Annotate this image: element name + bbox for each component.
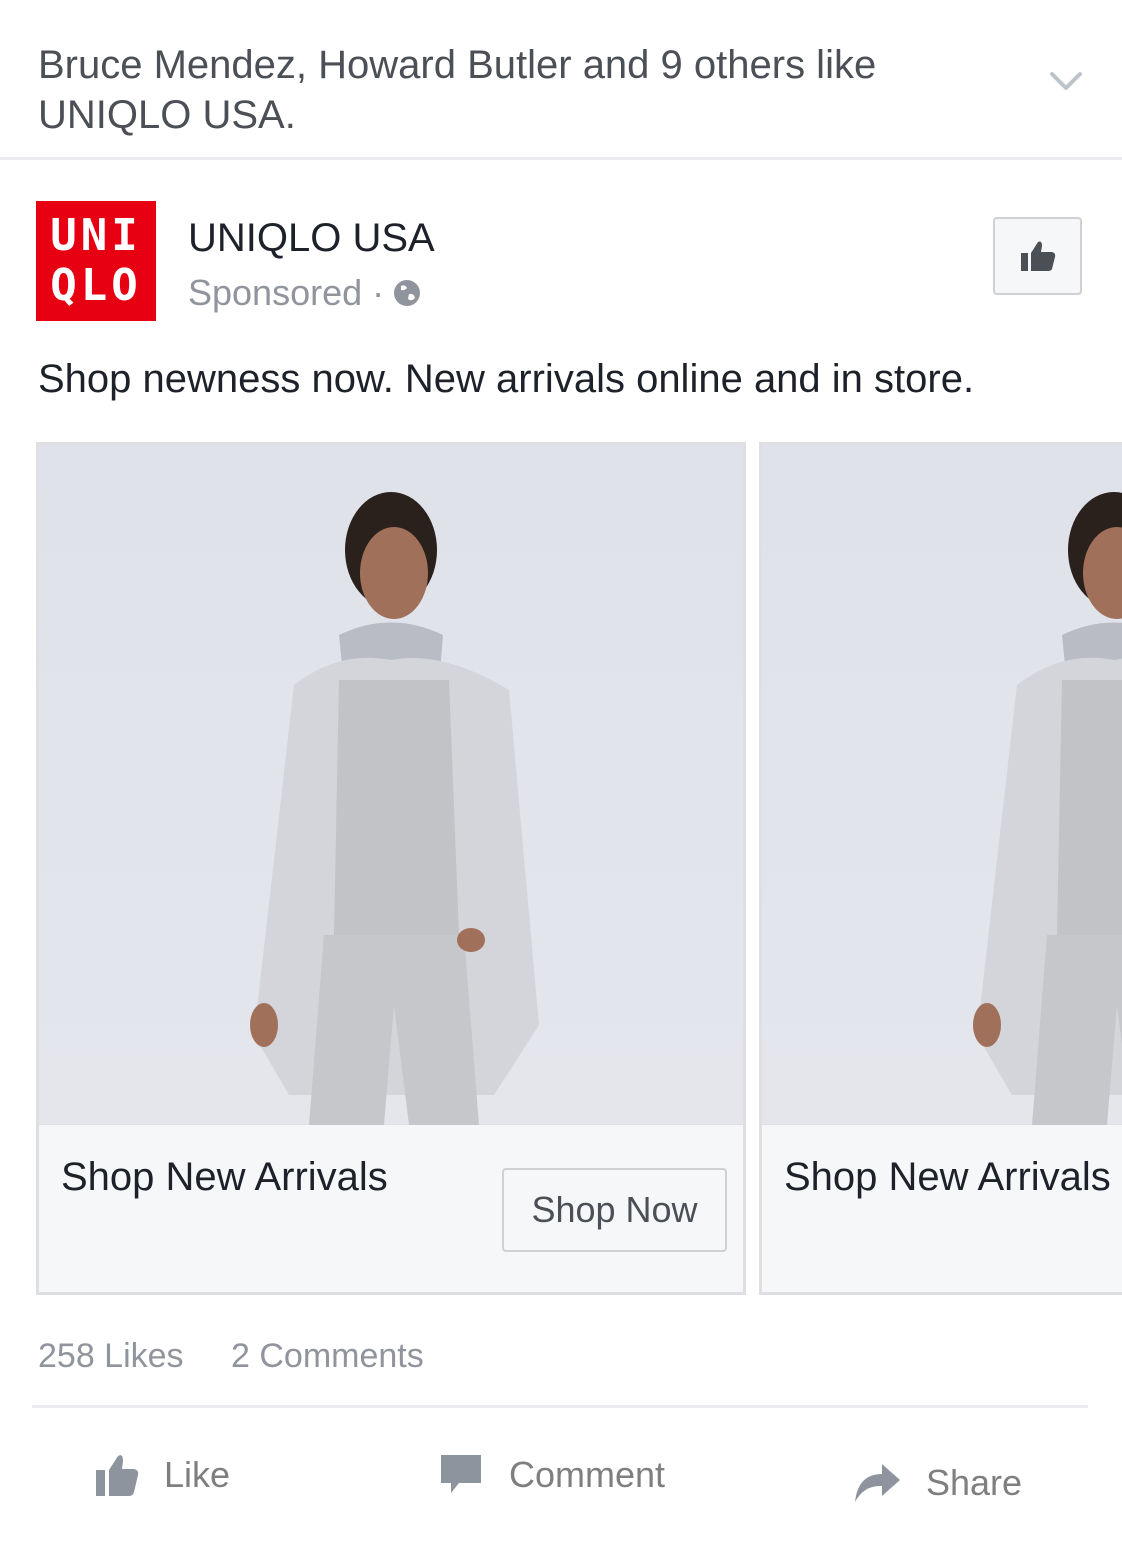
thumbs-up-icon [96, 1455, 139, 1496]
carousel-card[interactable]: Shop New Arrivals [759, 442, 1122, 1295]
social-context-text[interactable]: Bruce Mendez, Howard Butler and 9 others… [38, 40, 998, 140]
card-title: Shop New Arrivals [61, 1155, 388, 1199]
comment-button[interactable]: Comment [437, 1440, 665, 1510]
page-name-link[interactable]: UNIQLO USA [188, 214, 435, 262]
shop-now-button[interactable]: Shop Now [502, 1168, 727, 1252]
share-button[interactable]: Share [852, 1448, 1022, 1518]
product-image[interactable] [762, 445, 1122, 1125]
product-image[interactable] [39, 445, 743, 1125]
sponsored-label[interactable]: Sponsored [188, 270, 362, 316]
model-photo [250, 492, 539, 1125]
post-meta: Sponsored · [188, 270, 422, 316]
logo-text-line1: UNI [50, 210, 142, 261]
divider [32, 1405, 1088, 1408]
meta-separator: · [372, 272, 385, 313]
comments-count[interactable]: 2 Comments [231, 1337, 424, 1375]
likes-count[interactable]: 258 Likes [38, 1337, 184, 1375]
comment-label: Comment [509, 1454, 666, 1495]
like-page-button[interactable] [993, 217, 1082, 295]
engagement-stats: 258 Likes 2 Comments [38, 1334, 462, 1378]
social-context-bar: Bruce Mendez, Howard Butler and 9 others… [0, 0, 1122, 160]
model-photo [973, 492, 1122, 1125]
chevron-down-icon[interactable] [1046, 66, 1086, 96]
logo-text-line2: QLO [50, 260, 142, 311]
like-button[interactable]: Like [94, 1440, 230, 1510]
like-label: Like [164, 1454, 231, 1495]
post-message: Shop newness now. New arrivals online an… [38, 357, 975, 401]
comment-icon [441, 1455, 481, 1493]
card-title: Shop New Arrivals [784, 1155, 1111, 1199]
share-label: Share [926, 1462, 1023, 1503]
thumbs-up-icon [1020, 241, 1055, 271]
globe-icon [394, 280, 421, 306]
carousel-card[interactable]: Shop New Arrivals Shop Now [36, 442, 746, 1295]
page-logo[interactable]: UNI QLO [36, 201, 156, 321]
share-icon [855, 1464, 900, 1502]
